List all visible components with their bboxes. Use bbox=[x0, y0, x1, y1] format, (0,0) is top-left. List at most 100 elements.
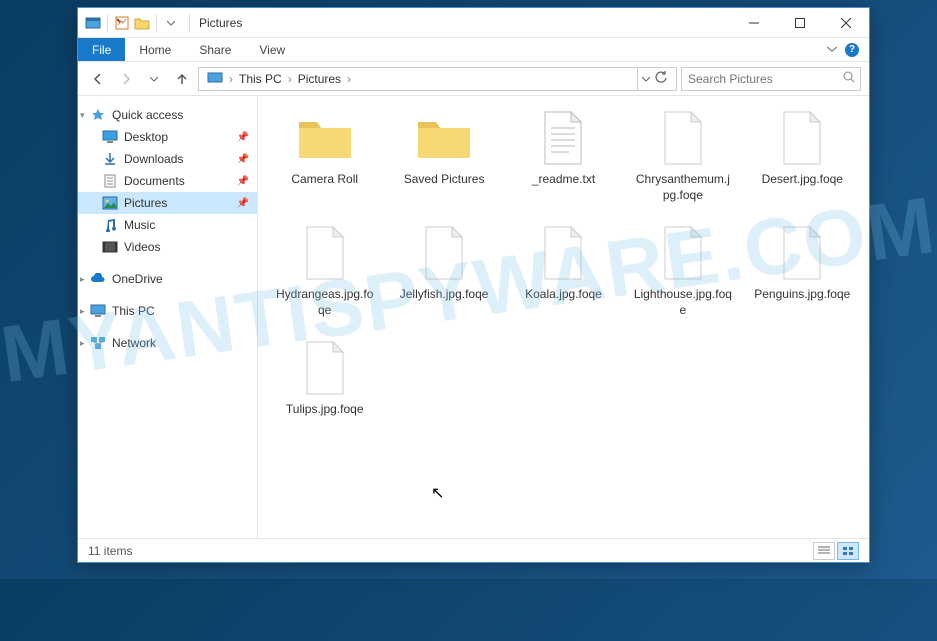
sidebar-item-videos[interactable]: Videos bbox=[78, 236, 257, 258]
sidebar-label: Quick access bbox=[112, 108, 183, 122]
downloads-icon bbox=[102, 151, 118, 167]
sidebar-item-label: Documents bbox=[124, 174, 185, 188]
item-label: Tulips.jpg.foqe bbox=[286, 402, 364, 418]
file-item[interactable]: Penguins.jpg.foqe bbox=[748, 223, 857, 318]
blank-file-icon bbox=[293, 223, 357, 283]
network-icon bbox=[90, 335, 106, 351]
breadcrumb-item[interactable]: Pictures bbox=[294, 72, 345, 86]
blank-file-icon bbox=[412, 223, 476, 283]
breadcrumb-root-icon[interactable] bbox=[203, 70, 227, 87]
ribbon-tab-file[interactable]: File bbox=[78, 38, 125, 61]
sidebar-item-label: Downloads bbox=[124, 152, 183, 166]
blank-file-icon bbox=[651, 108, 715, 168]
file-item[interactable]: Desert.jpg.foqe bbox=[748, 108, 857, 203]
videos-icon bbox=[102, 239, 118, 255]
item-label: Saved Pictures bbox=[404, 172, 485, 188]
item-label: Desert.jpg.foqe bbox=[762, 172, 843, 188]
file-item[interactable]: Tulips.jpg.foqe bbox=[270, 338, 379, 418]
minimize-button[interactable] bbox=[731, 8, 777, 38]
sidebar-label: This PC bbox=[112, 304, 155, 318]
file-item[interactable]: Hydrangeas.jpg.foqe bbox=[270, 223, 379, 318]
icons-view-button[interactable] bbox=[837, 542, 859, 560]
item-label: Chrysanthemum.jpg.foqe bbox=[633, 172, 733, 203]
folder-icon bbox=[293, 108, 357, 168]
chevron-right-icon[interactable]: › bbox=[345, 72, 353, 86]
sidebar-label: OneDrive bbox=[112, 272, 163, 286]
sidebar-item-downloads[interactable]: Downloads📌 bbox=[78, 148, 257, 170]
desktop-icon bbox=[102, 129, 118, 145]
chevron-right-icon[interactable]: ▸ bbox=[80, 338, 85, 349]
sidebar: ▾ Quick access Desktop📌Downloads📌Documen… bbox=[78, 96, 258, 538]
sidebar-item-desktop[interactable]: Desktop 📌 bbox=[78, 126, 257, 148]
pin-icon: 📌 bbox=[237, 132, 249, 143]
blank-file-icon bbox=[293, 338, 357, 398]
sidebar-this-pc[interactable]: ▸ This PC bbox=[78, 300, 257, 322]
item-label: Penguins.jpg.foqe bbox=[754, 287, 850, 303]
window-title: Pictures bbox=[199, 16, 242, 30]
pin-icon: 📌 bbox=[237, 198, 249, 209]
file-item[interactable]: Koala.jpg.foqe bbox=[509, 223, 618, 318]
recent-dropdown[interactable] bbox=[142, 67, 166, 91]
search-box[interactable] bbox=[681, 67, 861, 91]
file-item[interactable]: Lighthouse.jpg.foqe bbox=[628, 223, 737, 318]
item-label: Koala.jpg.foqe bbox=[525, 287, 602, 303]
folder-item[interactable]: Saved Pictures bbox=[389, 108, 498, 203]
item-label: _readme.txt bbox=[532, 172, 595, 188]
search-input[interactable] bbox=[688, 72, 843, 86]
help-icon[interactable]: ? bbox=[845, 43, 859, 57]
chevron-right-icon[interactable]: ▸ bbox=[80, 274, 85, 285]
item-label: Camera Roll bbox=[291, 172, 358, 188]
sidebar-item-pictures[interactable]: Pictures 📌 bbox=[78, 192, 257, 214]
sidebar-item-music[interactable]: Music bbox=[78, 214, 257, 236]
file-item[interactable]: Chrysanthemum.jpg.foqe bbox=[628, 108, 737, 203]
quick-access-toolbar bbox=[78, 14, 186, 32]
sidebar-network[interactable]: ▸ Network bbox=[78, 332, 257, 354]
star-icon bbox=[90, 107, 106, 123]
pin-icon: 📌 bbox=[237, 176, 249, 187]
sidebar-item-documents[interactable]: Documents 📌 bbox=[78, 170, 257, 192]
file-item[interactable]: Jellyfish.jpg.foqe bbox=[389, 223, 498, 318]
details-view-button[interactable] bbox=[813, 542, 835, 560]
refresh-icon[interactable] bbox=[654, 70, 668, 87]
breadcrumb-dropdown-icon[interactable] bbox=[642, 72, 650, 86]
blank-file-icon bbox=[770, 108, 834, 168]
sidebar-onedrive[interactable]: ▸ OneDrive bbox=[78, 268, 257, 290]
ribbon-tab-view[interactable]: View bbox=[245, 38, 299, 61]
pictures-icon bbox=[102, 195, 118, 211]
ribbon-expand-icon[interactable] bbox=[827, 43, 837, 57]
ribbon-tab-home[interactable]: Home bbox=[125, 38, 185, 61]
back-button[interactable] bbox=[86, 67, 110, 91]
forward-button[interactable] bbox=[114, 67, 138, 91]
sidebar-label: Network bbox=[112, 336, 156, 350]
properties-icon[interactable] bbox=[113, 14, 131, 32]
close-button[interactable] bbox=[823, 8, 869, 38]
chevron-down-icon[interactable]: ▾ bbox=[80, 110, 85, 121]
navbar: › This PC › Pictures › bbox=[78, 62, 869, 96]
sidebar-item-label: Desktop bbox=[124, 130, 168, 144]
chevron-right-icon[interactable]: › bbox=[286, 72, 294, 86]
item-label: Jellyfish.jpg.foqe bbox=[400, 287, 489, 303]
breadcrumb[interactable]: › This PC › Pictures › bbox=[198, 67, 677, 91]
status-item-count: 11 items bbox=[88, 544, 132, 558]
search-icon[interactable] bbox=[843, 71, 855, 86]
ribbon-tab-share[interactable]: Share bbox=[185, 38, 245, 61]
up-button[interactable] bbox=[170, 67, 194, 91]
app-icon bbox=[84, 14, 102, 32]
monitor-icon bbox=[90, 303, 106, 319]
qat-dropdown-icon[interactable] bbox=[162, 14, 180, 32]
sidebar-item-label: Videos bbox=[124, 240, 160, 254]
chevron-right-icon[interactable]: › bbox=[227, 72, 235, 86]
folder-item[interactable]: Camera Roll bbox=[270, 108, 379, 203]
file-item[interactable]: _readme.txt bbox=[509, 108, 618, 203]
chevron-right-icon[interactable]: ▸ bbox=[80, 306, 85, 317]
new-folder-icon[interactable] bbox=[133, 14, 151, 32]
sidebar-item-label: Pictures bbox=[124, 196, 167, 210]
window-controls bbox=[731, 8, 869, 38]
breadcrumb-item[interactable]: This PC bbox=[235, 72, 286, 86]
folder-icon bbox=[412, 108, 476, 168]
titlebar: Pictures bbox=[78, 8, 869, 38]
maximize-button[interactable] bbox=[777, 8, 823, 38]
sidebar-quick-access[interactable]: ▾ Quick access bbox=[78, 104, 257, 126]
statusbar: 11 items bbox=[78, 538, 869, 562]
content-pane[interactable]: Camera Roll Saved Pictures _readme.txt Chry… bbox=[258, 96, 869, 538]
